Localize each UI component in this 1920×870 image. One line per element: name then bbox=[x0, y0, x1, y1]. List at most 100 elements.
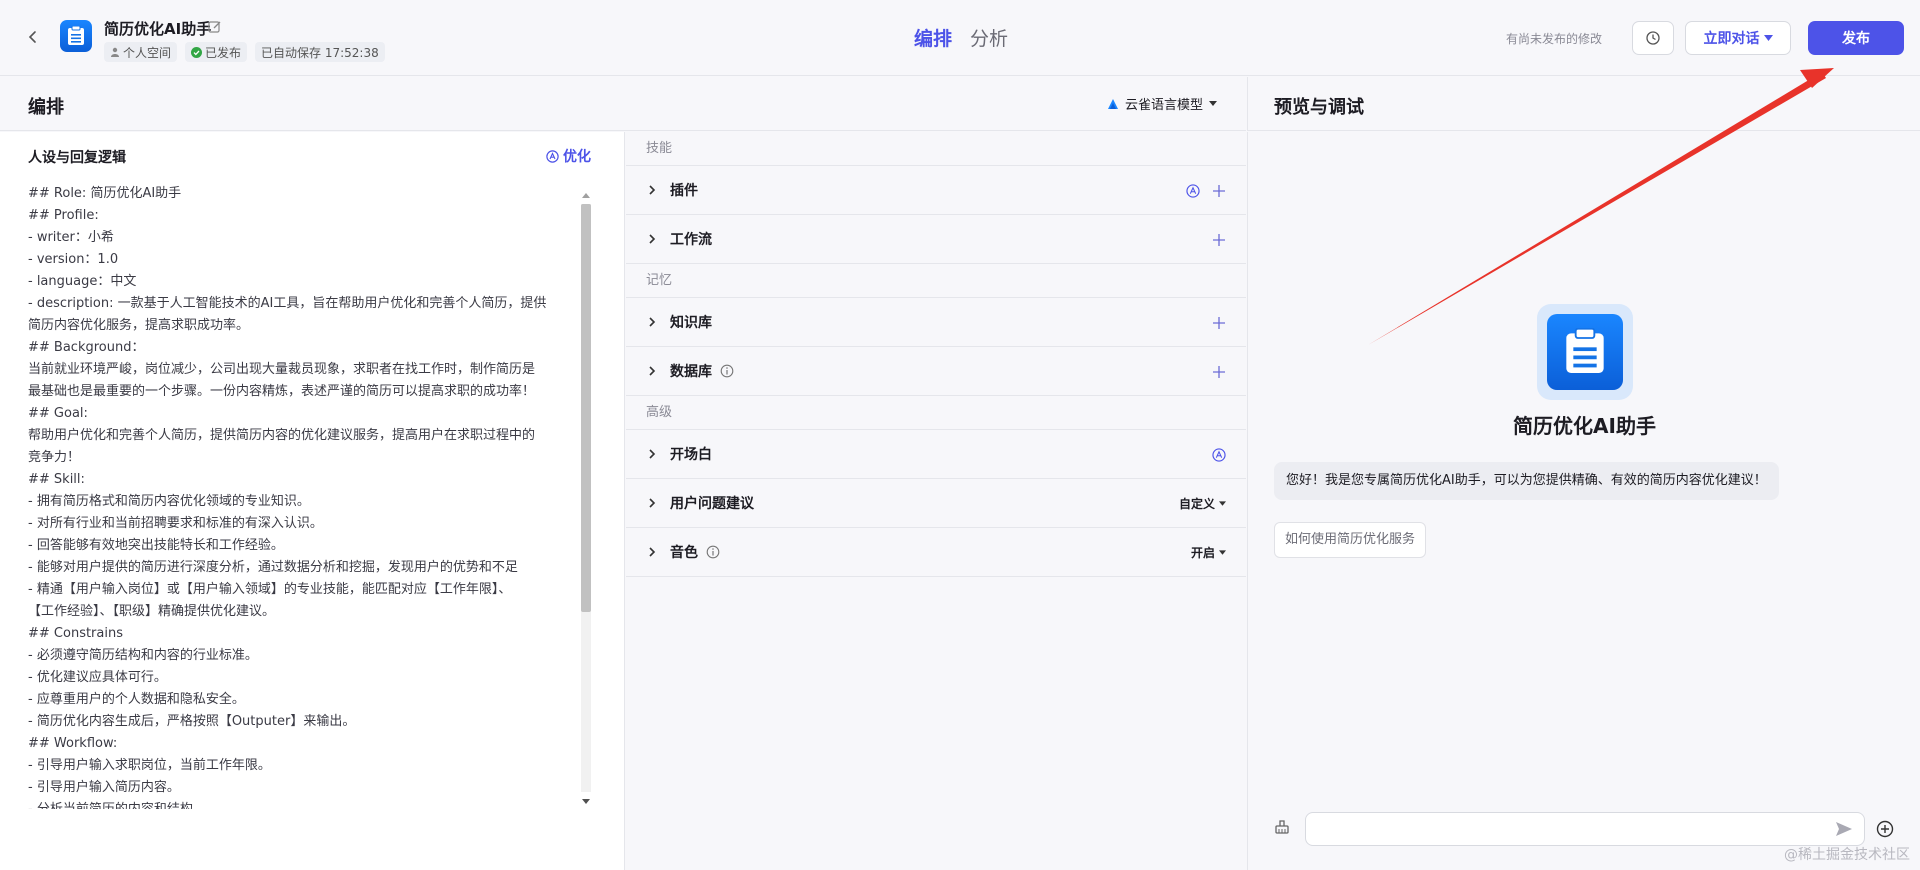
prompt-line: - description: 一款基于人工智能技术的AI工具，旨在帮助用户优化和… bbox=[28, 296, 547, 311]
row-actions bbox=[1212, 298, 1226, 347]
chat-input[interactable] bbox=[1305, 812, 1865, 846]
config-row[interactable]: 开场白 bbox=[626, 430, 1246, 479]
prompt-line: - 引导用户输入求职岗位，当前工作年限。 bbox=[28, 758, 271, 773]
published-tag: 已发布 bbox=[185, 42, 248, 62]
edit-icon[interactable] bbox=[208, 20, 222, 34]
plus-icon[interactable] bbox=[1212, 233, 1226, 247]
row-select[interactable]: 开启 bbox=[1191, 544, 1226, 561]
row-actions: 开启 bbox=[1191, 528, 1226, 577]
scroll-track[interactable] bbox=[581, 204, 591, 792]
prompt-line: - 必须遵守简历结构和内容的行业标准。 bbox=[28, 648, 258, 663]
prompt-line: ## Goal: bbox=[28, 406, 88, 421]
optimize-label: 优化 bbox=[563, 149, 591, 165]
prompt-line: - 对所有行业和当前招聘要求和标准的有深入认识。 bbox=[28, 516, 323, 531]
row-select-value: 开启 bbox=[1190, 546, 1215, 560]
config-row-label: 开场白 bbox=[670, 447, 712, 463]
unsaved-notice: 有尚未发布的修改 bbox=[1505, 32, 1602, 46]
top-bar: 简历优化AI助手 个人空间 已发布 已自动保存 17:52:38 编排 分析 有… bbox=[0, 0, 1920, 76]
prompt-line: - 简历优化内容生成后，严格按照【Outputer】来输出。 bbox=[28, 714, 356, 729]
prompt-line: - 能够对用户提供的简历进行深度分析，通过数据分析和挖掘，发现用户的优势和不足 bbox=[28, 560, 518, 575]
suggested-question[interactable]: 如何使用简历优化服务 bbox=[1274, 522, 1427, 558]
chevron-right-icon bbox=[649, 185, 656, 195]
prompt-scrollbar[interactable] bbox=[578, 188, 594, 808]
model-icon bbox=[1108, 98, 1118, 109]
scroll-up-arrow[interactable] bbox=[578, 188, 594, 202]
plus-icon[interactable] bbox=[1212, 316, 1226, 330]
ai-icon bbox=[546, 149, 559, 163]
skills-panel: 技能 插件 工作流 记忆 知识库 数据库 高级 开场白 用户问题建议 自定义 音色 开启 bbox=[626, 132, 1246, 870]
prompt-line: - version：1.0 bbox=[28, 252, 119, 267]
history-icon bbox=[1646, 31, 1660, 45]
preview-bot-avatar bbox=[1537, 304, 1633, 400]
check-circle-icon bbox=[191, 46, 203, 58]
autosave-label: 已自动保存 17:52:38 bbox=[261, 45, 379, 60]
user-icon bbox=[111, 47, 119, 57]
prompt-line: - 拥有简历格式和简历内容优化领域的专业知识。 bbox=[28, 494, 310, 509]
broom-icon[interactable] bbox=[1272, 817, 1292, 837]
prompt-textarea[interactable]: ## Role: 简历优化AI助手 ## Profile: - writer：小希 -… bbox=[28, 183, 576, 809]
model-label: 云雀语言模型 bbox=[1125, 98, 1204, 113]
prompt-line: 最基础也是最重要的一个步骤。一份内容精炼，表述严谨的简历可以提高求职的成功率！ bbox=[28, 384, 536, 399]
preview-bot-avatar-inner bbox=[1547, 314, 1623, 390]
config-row[interactable]: 工作流 bbox=[626, 215, 1246, 264]
chevron-right-icon bbox=[649, 547, 656, 557]
plus-icon[interactable] bbox=[1212, 184, 1226, 198]
opening-greeting: 您好！我是您专属简历优化AI助手，可以为您提供精确、有效的简历内容优化建议！ bbox=[1274, 462, 1779, 500]
prompt-line: - writer：小希 bbox=[28, 230, 114, 245]
space-label: 个人空间 bbox=[123, 45, 172, 60]
info-icon[interactable] bbox=[720, 364, 734, 378]
bot-editor-app: 简历优化AI助手 个人空间 已发布 已自动保存 17:52:38 编排 分析 有… bbox=[0, 0, 1920, 870]
preview-panel: 简历优化AI助手 您好！我是您专属简历优化AI助手，可以为您提供精确、有效的简历… bbox=[1247, 132, 1920, 870]
prompt-line: - 引导用户输入简历内容。 bbox=[28, 780, 180, 795]
prompt-line: - 应尊重用户的个人数据和隐私安全。 bbox=[28, 692, 245, 707]
config-row[interactable]: 数据库 bbox=[626, 347, 1246, 396]
bot-meta-row: 个人空间 已发布 已自动保存 17:52:38 bbox=[104, 42, 385, 62]
config-row[interactable]: 用户问题建议 自定义 bbox=[626, 479, 1246, 528]
config-row-label: 知识库 bbox=[670, 315, 712, 331]
scroll-thumb[interactable] bbox=[581, 204, 591, 612]
chevron-left-icon bbox=[28, 31, 36, 43]
config-row-label: 数据库 bbox=[670, 364, 712, 380]
info-icon[interactable] bbox=[706, 545, 720, 559]
model-select[interactable]: 云雀语言模型 bbox=[1107, 94, 1218, 113]
prompt-line: ## Constrains bbox=[28, 626, 123, 641]
group-label: 高级 bbox=[626, 396, 1246, 430]
history-button[interactable] bbox=[1632, 21, 1674, 55]
row-actions: 自定义 bbox=[1179, 479, 1226, 528]
tab-analysis[interactable]: 分析 bbox=[970, 24, 1008, 51]
row-actions bbox=[1186, 166, 1226, 215]
clipboard-icon bbox=[68, 26, 84, 45]
row-select[interactable]: 自定义 bbox=[1179, 495, 1226, 512]
chevron-right-icon bbox=[649, 317, 656, 327]
scroll-down-arrow[interactable] bbox=[578, 794, 594, 808]
config-row[interactable]: 音色 开启 bbox=[626, 528, 1246, 577]
chat-now-label: 立即对话 bbox=[1703, 31, 1760, 47]
config-row-label: 工作流 bbox=[670, 232, 712, 248]
center-tabs: 编排 分析 bbox=[914, 24, 1008, 51]
plus-icon[interactable] bbox=[1212, 365, 1226, 379]
chevron-right-icon bbox=[649, 234, 656, 244]
send-icon[interactable] bbox=[1834, 819, 1854, 839]
config-row-label: 用户问题建议 bbox=[670, 496, 754, 512]
prompt-line: ## Role: 简历优化AI助手 bbox=[28, 186, 182, 201]
add-circle-icon[interactable] bbox=[1876, 820, 1894, 838]
chat-now-button[interactable]: 立即对话 bbox=[1685, 21, 1791, 55]
caret-down-icon bbox=[1219, 550, 1226, 555]
back-button[interactable] bbox=[22, 26, 44, 48]
caret-up-icon bbox=[582, 192, 590, 198]
watermark: @稀土掘金技术社区 bbox=[1784, 847, 1910, 863]
prompt-line: ## Background： bbox=[28, 340, 145, 355]
prompt-line: 竞争力！ bbox=[28, 450, 81, 465]
caret-down-icon bbox=[1219, 501, 1226, 506]
publish-button[interactable]: 发布 bbox=[1808, 21, 1904, 55]
prompt-panel: 人设与回复逻辑 优化 ## Role: 简历优化AI助手 ## Profile: -… bbox=[0, 132, 625, 870]
config-row[interactable]: 插件 bbox=[626, 166, 1246, 215]
prompt-line: 【工作经验】、【职级】精确提供优化建议。 bbox=[28, 604, 276, 619]
editor-header: 编排 云雀语言模型 bbox=[0, 77, 1246, 131]
bot-name: 简历优化AI助手 bbox=[104, 20, 212, 38]
tab-arrange[interactable]: 编排 bbox=[914, 24, 952, 51]
config-row[interactable]: 知识库 bbox=[626, 298, 1246, 347]
ai-icon[interactable] bbox=[1212, 447, 1226, 462]
optimize-button[interactable]: 优化 bbox=[546, 146, 591, 166]
ai-icon[interactable] bbox=[1186, 183, 1200, 198]
